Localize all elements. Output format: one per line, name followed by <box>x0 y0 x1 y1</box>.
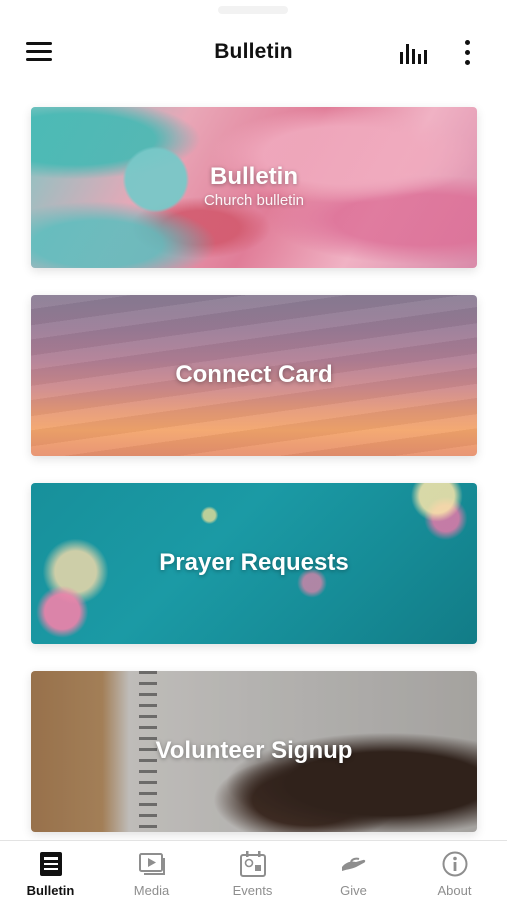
tab-give[interactable]: Give <box>303 841 404 900</box>
bulletin-card-text: Bulletin Church bulletin <box>31 163 477 209</box>
info-icon <box>440 850 470 878</box>
tab-events[interactable]: Events <box>202 841 303 900</box>
volunteer-signup-title: Volunteer Signup <box>155 737 353 764</box>
connect-card-text: Connect Card <box>31 361 477 389</box>
prayer-requests-text: Prayer Requests <box>31 549 477 577</box>
volunteer-signup-card[interactable]: Volunteer Signup <box>31 671 477 832</box>
prayer-requests-title: Prayer Requests <box>159 549 349 576</box>
bulletin-card-title: Bulletin <box>210 163 298 190</box>
status-bar-ghost <box>218 6 288 14</box>
bottom-tab-bar: Bulletin Media Events Give About <box>0 840 507 900</box>
connect-card-card[interactable]: Connect Card <box>31 295 477 456</box>
status-bar <box>0 0 507 22</box>
more-vertical-icon[interactable] <box>458 38 478 68</box>
tab-give-label: Give <box>340 883 367 898</box>
bulletin-card[interactable]: Bulletin Church bulletin <box>31 107 477 268</box>
tab-about-label: About <box>437 883 472 898</box>
bulletin-icon <box>36 850 66 878</box>
tab-events-label: Events <box>232 883 273 898</box>
tab-about[interactable]: About <box>404 841 505 900</box>
tab-bulletin-label: Bulletin <box>26 883 75 898</box>
tab-media-label: Media <box>133 883 170 898</box>
app-header: Bulletin <box>0 22 507 84</box>
bulletin-card-subtitle: Church bulletin <box>203 192 305 209</box>
app-screen: Bulletin Bulletin Church bulletin Connec… <box>0 0 507 900</box>
prayer-requests-card[interactable]: Prayer Requests <box>31 483 477 644</box>
tab-bulletin[interactable]: Bulletin <box>0 841 101 900</box>
connect-card-title: Connect Card <box>175 361 333 388</box>
tab-media[interactable]: Media <box>101 841 202 900</box>
events-calendar-icon <box>238 850 268 878</box>
give-hand-icon <box>339 850 369 878</box>
audio-bars-icon[interactable] <box>398 40 432 66</box>
volunteer-signup-text: Volunteer Signup <box>31 737 477 765</box>
media-play-icon <box>137 850 167 878</box>
